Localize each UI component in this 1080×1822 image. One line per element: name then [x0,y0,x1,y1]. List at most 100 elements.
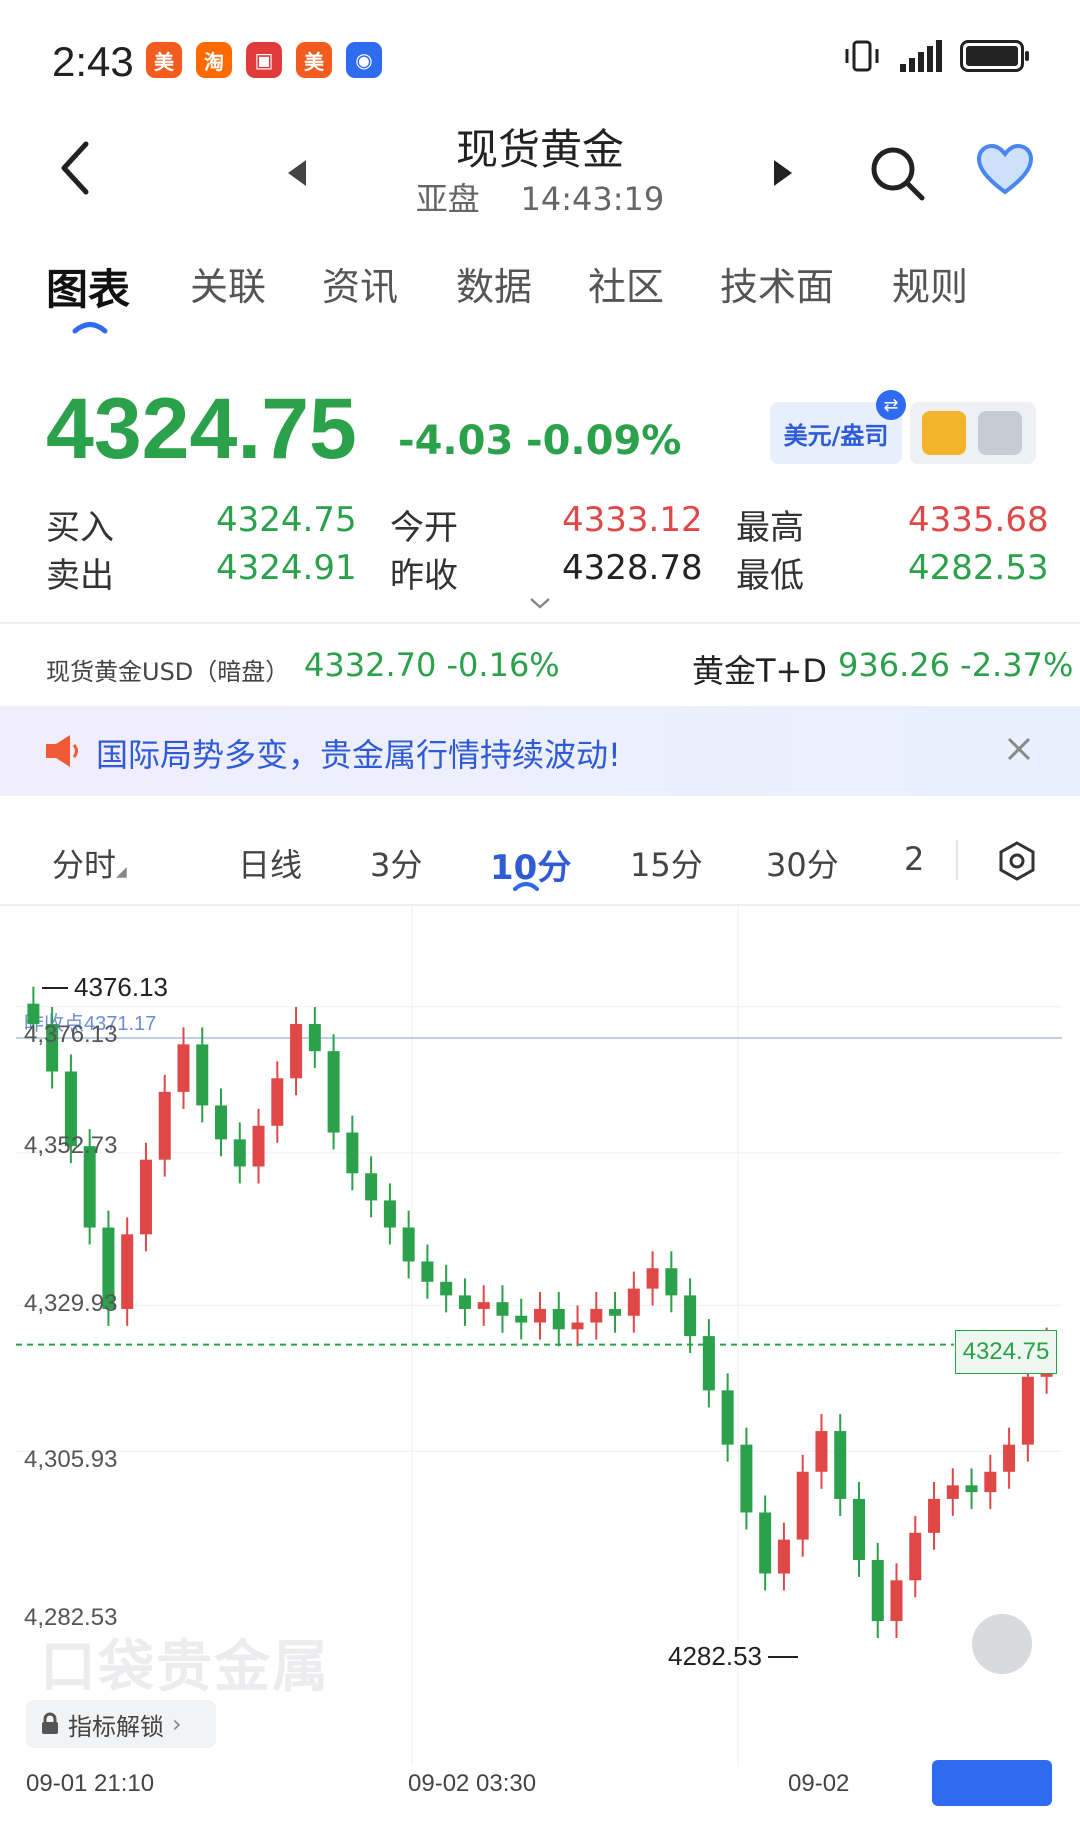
notification-icons: 美淘 ▣ 美 ◉ [146,42,382,78]
fullscreen-icon[interactable] [972,1614,1032,1674]
meituan-icon-2: 美 [296,42,332,78]
candle-body [252,1125,265,1167]
bulb-app-icon: ◉ [346,42,382,78]
candle-body [139,1159,152,1235]
candle-body [909,1532,922,1581]
y-tick-label: 4,352.73 [24,1132,118,1159]
candle-body [627,1288,640,1316]
candle-body [1003,1444,1016,1472]
float-action-button[interactable] [932,1760,1052,1806]
candle-body [590,1308,603,1323]
refresh-icon[interactable] [922,411,966,455]
notice-banner[interactable]: 国际局势多变，贵金属行情持续波动! [0,706,1080,796]
candle-body [271,1078,284,1126]
candle-body [458,1295,471,1309]
low-label: 最低 [736,556,804,596]
search-icon[interactable] [868,144,926,202]
y-tick-label: 4,305.93 [24,1446,118,1473]
ask-label: 卖出 [46,556,114,596]
meituan-icon: 美 [146,42,182,78]
candle-body [552,1308,565,1330]
divider [956,840,958,880]
candle-body [196,1044,209,1106]
candle-body [946,1485,959,1499]
tab-community[interactable]: 社区 [588,256,664,311]
price-change-pct: -0.09% [526,418,682,464]
candle-body [1021,1376,1034,1445]
last-price-tag: 4324.75 [955,1330,1057,1374]
x-tick-label: 09-02 [788,1770,850,1797]
tab-news[interactable]: 资讯 [322,256,398,311]
chevron-down-icon[interactable] [528,596,552,610]
bid-label: 买入 [46,508,114,548]
prev-close-value: 4328.78 [562,548,703,588]
status-time: 2:43 [52,38,134,85]
status-right [842,40,1029,72]
dropdown-triangle-icon: ◢ [116,864,127,880]
tab-related[interactable]: 关联 [190,256,266,311]
candle-body [965,1485,978,1493]
tv-app-icon: ▣ [246,42,282,78]
candle-body [477,1302,490,1309]
period-selector: 分时◢ 日线 3分 10分 15分 30分 2 [0,816,1080,906]
candle-body [646,1268,659,1289]
y-tick-label: 4,376.13 [24,1021,118,1048]
divider [0,622,1080,624]
taobao-icon: 淘 [196,42,232,78]
watermark-logo: 口袋贵金属 [40,1635,330,1700]
candle-body [777,1539,790,1574]
x-tick-label: 09-02 03:30 [408,1770,537,1797]
candle-body [871,1559,884,1622]
candle-body [421,1261,434,1282]
td-value: 936.26 -2.37% [838,646,1074,684]
tab-data[interactable]: 数据 [456,256,532,311]
period-15m[interactable]: 15分 [630,840,703,886]
close-icon[interactable] [1006,736,1032,762]
candle-body [533,1308,547,1323]
low-marker-label: 4282.53 [668,1641,762,1671]
candle-body [402,1227,415,1262]
nav-header: 现货黄金 亚盘 14:43:19 [0,110,1080,230]
candle-body [928,1498,941,1533]
candle-body [759,1512,772,1574]
next-symbol-icon[interactable] [772,158,794,188]
active-period-indicator [513,882,539,891]
high-label: 最高 [736,508,804,548]
candle-body [440,1281,453,1296]
tab-rules[interactable]: 规则 [892,256,968,311]
period-timeshare[interactable]: 分时◢ [52,840,127,886]
section-tabs: 图表 关联 资讯 数据 社区 技术面 规则 [0,256,1080,336]
active-tab-indicator [72,322,108,334]
high-value: 4335.68 [908,500,1049,540]
y-tick-label: 4,329.93 [24,1290,118,1317]
period-daily[interactable]: 日线 [238,840,302,886]
candle-body [346,1132,359,1174]
ask-value: 4324.91 [216,548,357,588]
calculator-icon[interactable] [978,411,1022,455]
chevron-right-icon: › [172,1710,182,1738]
settings-hexagon-icon[interactable] [996,840,1038,882]
tab-chart[interactable]: 图表 [46,256,130,317]
candle-body [796,1471,809,1540]
candle-body [290,1024,303,1079]
price-change: -4.03 [398,418,514,464]
session-clock: 14:43:19 [520,180,665,218]
candle-body [177,1044,190,1092]
candle-body [383,1200,396,1228]
tab-technical[interactable]: 技术面 [720,256,834,311]
period-30m[interactable]: 30分 [766,840,839,886]
dark-pool-label: 现货黄金USD（暗盘） [46,658,290,686]
period-more[interactable]: 2 [904,840,924,878]
candle-body [496,1302,509,1316]
candle-body [721,1390,734,1445]
td-label: 黄金T+D [692,652,828,690]
swap-icon[interactable]: ⇄ [876,390,906,420]
unlock-indicators-button[interactable]: 指标解锁 › [26,1700,216,1748]
candle-body [684,1295,697,1337]
favorite-heart-icon[interactable] [976,144,1034,196]
signal-icon [900,40,942,72]
candle-body [327,1051,340,1133]
candle-body [158,1091,171,1160]
period-3m[interactable]: 3分 [370,840,422,886]
high-marker-label: 4376.13 [74,972,168,1002]
